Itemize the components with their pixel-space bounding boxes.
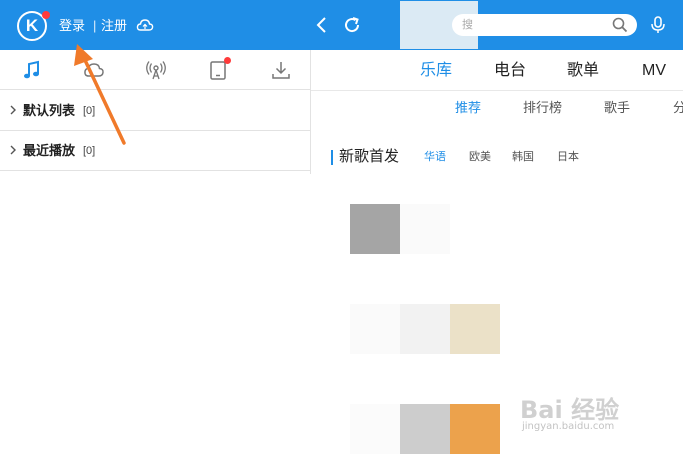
cloud-icon[interactable] [83, 59, 105, 81]
search-icon[interactable] [611, 16, 629, 34]
list-item-count: [0] [83, 145, 96, 157]
tab-playlists[interactable]: 歌单 [567, 61, 599, 81]
album-cover[interactable] [450, 304, 500, 354]
list-item-label: 默认列表 [23, 103, 76, 118]
list-item-label: 最近播放 [23, 143, 76, 158]
login-separator: | [93, 18, 97, 33]
radio-icon[interactable] [145, 59, 167, 81]
device-badge-dot [224, 57, 231, 64]
panel-divider [310, 50, 311, 174]
subtab-charts[interactable]: 排行榜 [523, 100, 562, 116]
back-arrow-icon[interactable] [312, 14, 332, 36]
tabs-divider [311, 90, 683, 91]
filter-chinese[interactable]: 华语 [424, 149, 446, 165]
subtab-categories[interactable]: 分 [673, 100, 683, 116]
section-accent-bar [331, 150, 333, 165]
refresh-icon[interactable] [341, 14, 363, 36]
filter-japanese[interactable]: 日本 [557, 149, 579, 165]
filter-korean[interactable]: 韩国 [512, 149, 534, 165]
list-item-recent[interactable]: 最近播放 [0] [0, 131, 310, 171]
baidu-watermark: Bai 经验 jingyan.baidu.com [520, 390, 680, 440]
album-cover[interactable] [350, 304, 400, 354]
app-window: K 登录 | 注册 搜 默认列表 [0] 最近播放 [0] 乐库 电台 歌单 M… [0, 0, 683, 454]
search-placeholder: 搜 [462, 19, 473, 31]
album-cover[interactable] [350, 204, 400, 254]
list-item-count: [0] [83, 105, 96, 117]
list-item-default[interactable]: 默认列表 [0] [0, 91, 310, 131]
login-link[interactable]: 登录 [59, 17, 85, 35]
register-link[interactable]: 注册 [101, 17, 127, 35]
cloud-sync-icon[interactable] [136, 16, 154, 34]
watermark-url: jingyan.baidu.com [522, 421, 615, 432]
tab-mv[interactable]: MV [642, 61, 666, 81]
section-title: 新歌首发 [339, 148, 400, 165]
filter-western[interactable]: 欧美 [469, 149, 491, 165]
album-cover[interactable] [400, 404, 450, 454]
watermark-brand: Bai 经验 [520, 396, 620, 424]
chevron-right-icon [10, 105, 16, 115]
album-cover[interactable] [450, 404, 500, 454]
left-panel-tabs [0, 50, 310, 90]
tab-radio[interactable]: 电台 [494, 61, 526, 81]
microphone-icon[interactable] [649, 15, 667, 35]
chevron-right-icon [10, 145, 16, 155]
search-input[interactable]: 搜 [452, 14, 637, 36]
subtab-singers[interactable]: 歌手 [604, 100, 630, 116]
tab-music-library[interactable]: 乐库 [420, 61, 452, 81]
album-cover[interactable] [350, 404, 400, 454]
top-bar: K 登录 | 注册 搜 [0, 0, 683, 50]
notification-dot [42, 11, 50, 19]
album-cover[interactable] [400, 304, 450, 354]
album-cover[interactable] [400, 204, 450, 254]
download-icon[interactable] [270, 59, 292, 81]
music-note-icon[interactable] [21, 59, 43, 81]
subtab-recommend[interactable]: 推荐 [455, 100, 481, 116]
